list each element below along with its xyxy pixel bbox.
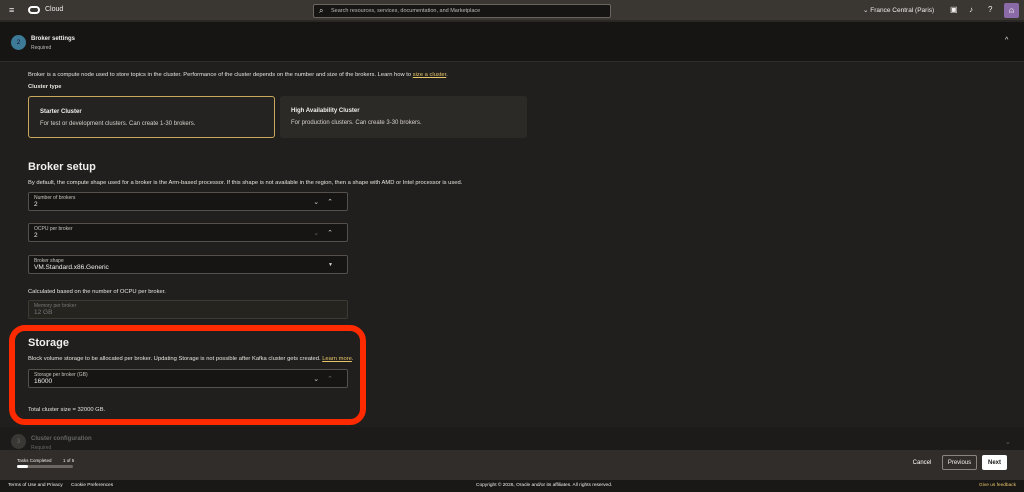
field-value: 12 GB xyxy=(34,309,53,316)
increment-icon[interactable]: ⌃ xyxy=(327,230,341,237)
search-icon: ⌕ xyxy=(319,6,324,15)
progress-fill xyxy=(17,465,29,468)
help-icon[interactable]: ? xyxy=(988,5,992,14)
oracle-logo-icon[interactable] xyxy=(28,6,40,14)
search-placeholder: Search resources, services, documentatio… xyxy=(331,8,481,14)
tasks-count: 1 of 5 xyxy=(63,458,75,463)
increment-icon[interactable]: ⌃ xyxy=(327,376,341,383)
storage-per-broker-stepper[interactable]: Storage per broker (GB) 16000 ⌄⌃ xyxy=(28,369,348,388)
starter-cluster-option[interactable]: Starter Cluster For test or development … xyxy=(28,96,275,138)
size-cluster-link[interactable]: size a cluster xyxy=(413,72,447,78)
broker-shape-select[interactable]: Broker shape VM.Standard.x86.Generic ▼ xyxy=(28,255,348,274)
top-bar: ≡ Cloud ⌕ Search resources, services, do… xyxy=(0,0,1024,22)
bottom-bar: Terms of Use and Privacy Cookie Preferen… xyxy=(0,480,1024,492)
option-title: High Availability Cluster xyxy=(291,108,360,114)
decrement-icon[interactable]: ⌄ xyxy=(313,376,327,383)
intro-text: Broker is a compute node used to store t… xyxy=(28,72,448,78)
previous-button[interactable]: Previous xyxy=(942,455,977,470)
decrement-icon[interactable]: ⌄ xyxy=(313,230,327,237)
cloud-shell-icon[interactable]: ▣ xyxy=(950,5,958,14)
step-badge: 2 xyxy=(11,35,26,50)
collapse-chevron-icon[interactable]: ^ xyxy=(1005,37,1008,44)
ocpu-per-broker-stepper[interactable]: OCPU per broker 2 ⌄⌃ xyxy=(28,223,348,242)
total-cluster-size: Total cluster size = 32000 GB. xyxy=(28,407,106,413)
user-avatar[interactable]: ⍝ xyxy=(1004,3,1019,18)
feedback-link[interactable]: Give us feedback xyxy=(979,483,1016,488)
section-header-broker-settings[interactable]: 2 Broker settings Required ^ xyxy=(0,22,1024,62)
increment-icon[interactable]: ⌃ xyxy=(327,199,341,206)
high-availability-cluster-option[interactable]: High Availability Cluster For production… xyxy=(280,96,527,138)
broker-setup-heading: Broker setup xyxy=(28,161,96,173)
terms-link[interactable]: Terms of Use and Privacy xyxy=(8,483,63,488)
hamburger-menu-icon[interactable]: ≡ xyxy=(9,5,14,15)
broker-setup-desc: By default, the compute shape used for a… xyxy=(28,180,463,186)
storage-desc: Block volume storage to be allocated per… xyxy=(28,356,354,362)
notifications-icon[interactable]: ♪ xyxy=(969,5,973,14)
field-value: 2 xyxy=(34,201,38,208)
search-input[interactable]: ⌕ Search resources, services, documentat… xyxy=(313,4,611,18)
section-header-cluster-configuration[interactable]: 3 Cluster configuration Required ⌄ xyxy=(0,427,1024,451)
section-title: Cluster configuration xyxy=(31,436,92,442)
section-title: Broker settings xyxy=(31,36,76,42)
next-button[interactable]: Next xyxy=(982,455,1007,470)
tasks-label: Tasks Completed xyxy=(17,458,52,463)
brand-label: Cloud xyxy=(45,6,64,13)
field-value: 16000 xyxy=(34,378,53,385)
cookie-preferences-link[interactable]: Cookie Preferences xyxy=(71,483,113,488)
option-desc: For production clusters. Can create 3-30… xyxy=(291,120,422,126)
storage-heading: Storage xyxy=(28,337,69,349)
field-value: 2 xyxy=(34,232,38,239)
copyright-text: Copyright © 2026, Oracle and/or its affi… xyxy=(476,483,613,488)
region-selector[interactable]: ⌄ France Central (Paris) xyxy=(863,6,934,14)
expand-chevron-icon[interactable]: ⌄ xyxy=(1005,438,1011,446)
decrement-icon[interactable]: ⌄ xyxy=(313,199,327,206)
footer-bar: Tasks Completed 1 of 5 xyxy=(0,450,1024,480)
calc-note: Calculated based on the number of OCPU p… xyxy=(28,289,166,295)
field-value: VM.Standard.x86.Generic xyxy=(34,264,109,271)
memory-per-broker-field: Memory per broker 12 GB xyxy=(28,300,348,319)
step-badge: 3 xyxy=(11,434,26,449)
cancel-button[interactable]: Cancel xyxy=(906,455,938,470)
tasks-progress-bar xyxy=(17,465,73,468)
option-title: Starter Cluster xyxy=(40,109,82,115)
option-desc: For test or development clusters. Can cr… xyxy=(40,121,196,127)
learn-more-link[interactable]: Learn more xyxy=(322,356,352,362)
cluster-type-label: Cluster type xyxy=(28,84,62,90)
dropdown-caret-icon: ▼ xyxy=(328,262,341,268)
number-of-brokers-stepper[interactable]: Number of brokers 2 ⌄⌃ xyxy=(28,192,348,211)
section-subtitle: Required xyxy=(31,45,52,51)
